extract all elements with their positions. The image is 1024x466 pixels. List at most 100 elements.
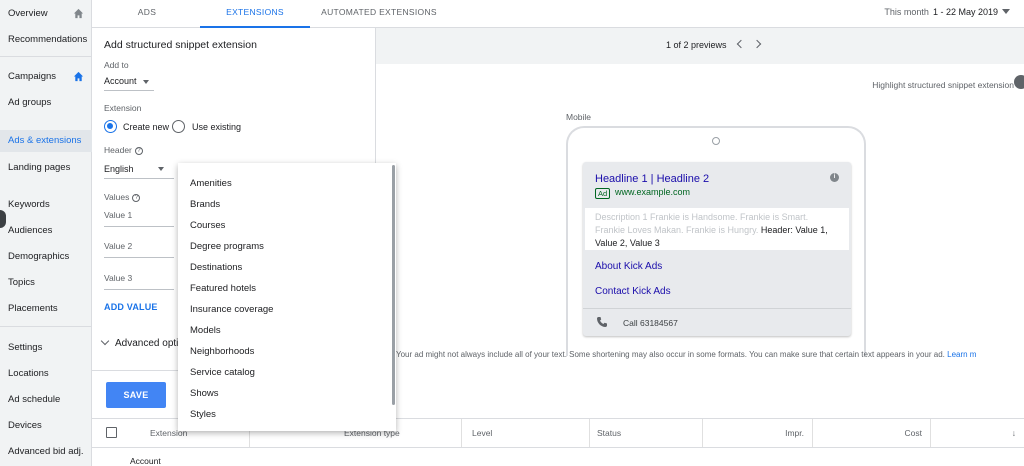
add-to-select[interactable]: Account	[104, 76, 149, 86]
nav-item-campaigns[interactable]: Campaigns	[0, 66, 92, 88]
tabs-bar: ADS EXTENSIONS AUTOMATED EXTENSIONS This…	[92, 0, 1024, 28]
nav-item-keywords[interactable]: Keywords	[0, 194, 92, 216]
dropdown-option[interactable]: Courses	[178, 215, 396, 236]
preview-count: 1 of 2 previews	[666, 40, 727, 50]
dropdown-option[interactable]: Neighborhoods	[178, 341, 396, 362]
phone-camera	[712, 137, 720, 145]
left-navigation: Overview Recommendations Campaigns Ad gr…	[0, 0, 92, 466]
nav-item-devices[interactable]: Devices	[0, 415, 92, 437]
nav-item-landing-pages[interactable]: Landing pages	[0, 157, 92, 179]
column-header-level[interactable]: Level	[472, 419, 590, 447]
help-icon[interactable]: ?	[132, 193, 141, 202]
advanced-options-toggle[interactable]: Advanced opti	[100, 336, 179, 349]
nav-label: Settings	[8, 342, 43, 353]
home-icon	[73, 71, 84, 82]
use-existing-radio[interactable]	[172, 120, 185, 133]
add-to-label: Add to	[104, 60, 129, 70]
ad-badge: Ad	[595, 188, 611, 199]
highlight-toggle[interactable]	[1014, 75, 1024, 89]
dropdown-option[interactable]: Degree programs	[178, 236, 396, 257]
nav-item-ads-extensions[interactable]: Ads & extensions	[0, 130, 92, 152]
save-button[interactable]: SAVE	[106, 382, 166, 408]
column-header-cost[interactable]: Cost	[813, 419, 931, 447]
header-label-text: Header	[104, 145, 132, 155]
nav-item-recommendations[interactable]: Recommendations	[0, 29, 92, 51]
advanced-options-label: Advanced opti	[115, 338, 179, 349]
caret-down-icon[interactable]	[158, 167, 164, 171]
phone-frame: Headline 1 | Headline 2 i Ad www.example…	[566, 126, 866, 356]
add-value-button[interactable]: ADD VALUE	[104, 302, 158, 312]
dropdown-scrollbar[interactable]	[392, 165, 395, 405]
chevron-down-icon	[100, 336, 110, 346]
date-range-picker[interactable]: This month 1 - 22 May 2019	[884, 7, 998, 17]
header-value[interactable]: English	[104, 164, 134, 174]
nav-label: Topics	[8, 277, 35, 288]
nav-item-settings[interactable]: Settings	[0, 337, 92, 359]
column-header-impressions[interactable]: Impr.	[703, 419, 813, 447]
ad-card: Headline 1 | Headline 2 i Ad www.example…	[583, 162, 851, 336]
nav-label: Demographics	[8, 251, 70, 262]
values-label: Values?	[104, 192, 141, 202]
chevron-right-icon[interactable]	[752, 39, 762, 49]
nav-label: Overview	[8, 8, 48, 19]
nav-item-ad-groups[interactable]: Ad groups	[0, 92, 92, 114]
chevron-left-icon[interactable]	[736, 39, 746, 49]
values-label-text: Values	[104, 192, 130, 202]
tab-automated-extensions[interactable]: AUTOMATED EXTENSIONS	[314, 0, 444, 28]
dropdown-option[interactable]: Styles	[178, 404, 396, 425]
dropdown-option[interactable]: Service catalog	[178, 362, 396, 383]
disclaimer-text: Your ad might not always include all of …	[396, 350, 945, 359]
phone-icon	[597, 317, 607, 327]
call-extension: Call 63184567	[583, 308, 851, 336]
value-2-input[interactable]: Value 2	[104, 241, 132, 251]
dropdown-option[interactable]: Brands	[178, 194, 396, 215]
select-underline	[104, 90, 154, 91]
sitelink-contact: Contact Kick Ads	[595, 286, 671, 297]
add-to-value: Account	[104, 76, 137, 86]
date-prefix: This month	[884, 7, 929, 17]
create-new-radio[interactable]	[104, 120, 117, 133]
tab-ads[interactable]: ADS	[122, 0, 172, 28]
nav-label: Ads & extensions	[8, 135, 82, 146]
chevron-down-icon[interactable]	[1002, 9, 1010, 14]
dropdown-option[interactable]: Destinations	[178, 257, 396, 278]
nav-label: Ad schedule	[8, 394, 61, 405]
sitelink-about: About Kick Ads	[595, 261, 663, 272]
value-1-input[interactable]: Value 1	[104, 210, 132, 220]
input-underline	[104, 289, 174, 290]
column-header-status[interactable]: Status	[597, 419, 703, 447]
sort-column[interactable]: ↓	[931, 419, 1024, 447]
nav-label: Audiences	[8, 225, 53, 236]
info-icon[interactable]: i	[830, 173, 839, 182]
dropdown-option[interactable]: Shows	[178, 383, 396, 404]
dropdown-option[interactable]: Models	[178, 320, 396, 341]
nav-item-locations[interactable]: Locations	[0, 363, 92, 385]
nav-item-topics[interactable]: Topics	[0, 272, 92, 294]
dropdown-option[interactable]: Amenities	[178, 173, 396, 194]
select-all-checkbox[interactable]	[106, 427, 117, 438]
nav-item-placements[interactable]: Placements	[0, 298, 92, 320]
nav-item-overview[interactable]: Overview	[0, 3, 92, 25]
nav-item-advanced-bid-adj[interactable]: Advanced bid adj.	[0, 441, 92, 463]
nav-item-audiences[interactable]: Audiences	[0, 220, 92, 242]
table-row[interactable]: Account	[92, 447, 1024, 466]
dropdown-option[interactable]: Featured hotels	[178, 278, 396, 299]
dropdown-option[interactable]: Insurance coverage	[178, 299, 396, 320]
learn-more-link[interactable]: Learn m	[947, 350, 976, 359]
select-underline	[104, 178, 174, 179]
nav-label: Locations	[8, 368, 49, 379]
highlight-label: Highlight structured snippet extension	[872, 80, 1014, 90]
call-text: Call 63184567	[623, 318, 678, 328]
help-icon[interactable]: ?	[134, 146, 143, 155]
nav-label: Ad groups	[8, 97, 52, 108]
form-title: Add structured snippet extension	[104, 39, 257, 51]
preview-disclaimer: Your ad might not always include all of …	[396, 350, 1024, 359]
use-existing-label: Use existing	[192, 122, 242, 132]
ad-display-url: www.example.com	[615, 187, 691, 197]
date-range-value: 1 - 22 May 2019	[932, 7, 998, 17]
nav-item-demographics[interactable]: Demographics	[0, 246, 92, 268]
value-3-input[interactable]: Value 3	[104, 273, 132, 283]
tab-extensions[interactable]: EXTENSIONS	[200, 0, 310, 28]
nav-item-ad-schedule[interactable]: Ad schedule	[0, 389, 92, 411]
nav-label: Keywords	[8, 199, 50, 210]
